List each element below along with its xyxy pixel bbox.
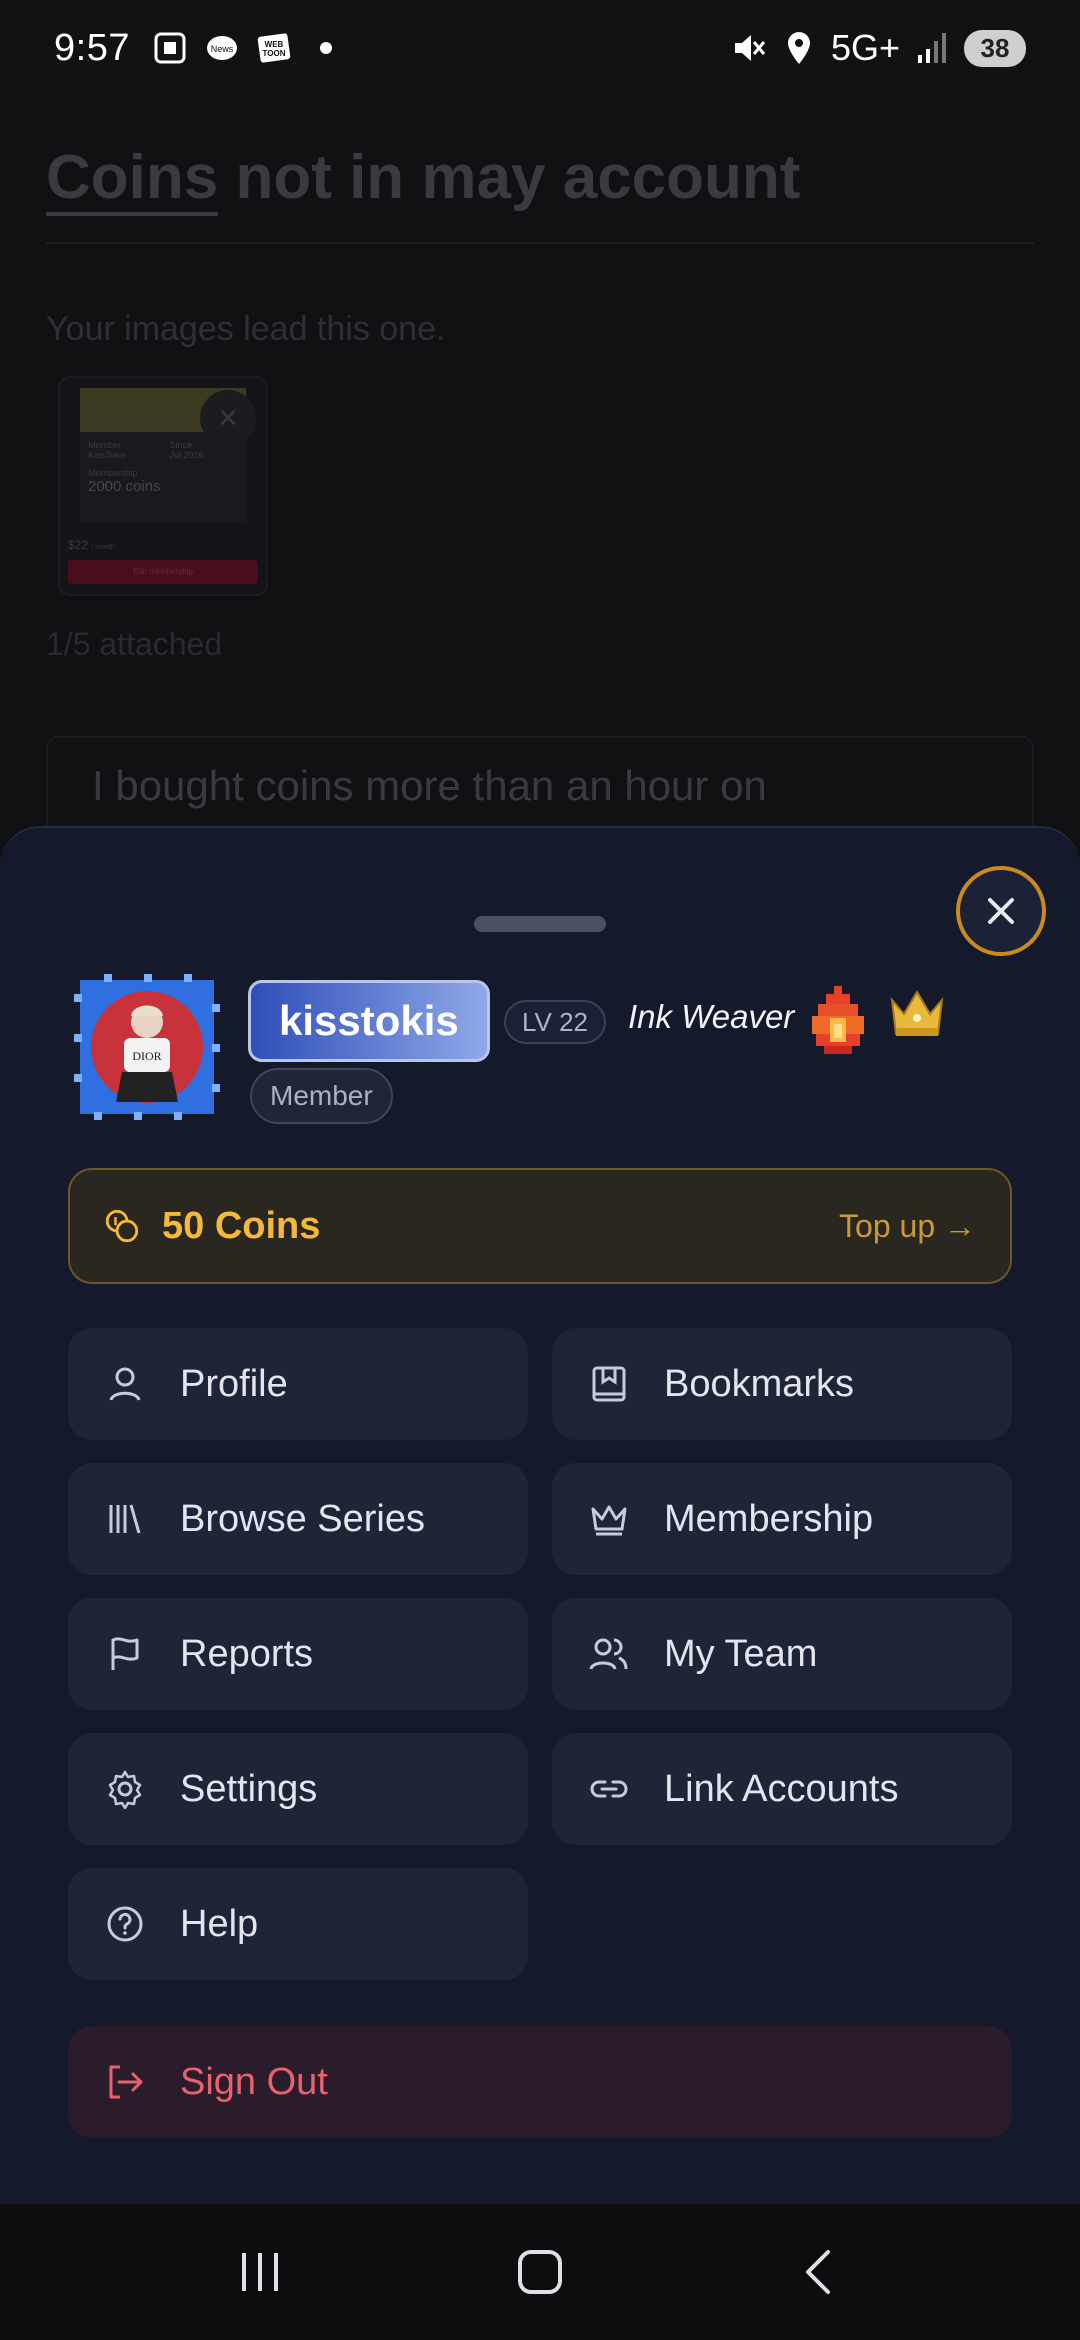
divider <box>46 242 1034 244</box>
network-label: 5G+ <box>830 27 900 68</box>
menu-settings-label: Settings <box>180 1767 318 1810</box>
news-icon: News <box>204 30 240 66</box>
menu-browse-series-button[interactable]: Browse Series <box>68 1463 528 1575</box>
coins-icon <box>104 1208 140 1244</box>
signal-icon <box>914 30 950 66</box>
page-title-rest: not in may account <box>218 143 801 212</box>
thumbnail-balance: 2000 coins <box>88 478 161 495</box>
recent-apps-icon <box>242 2253 278 2291</box>
remove-attachment-icon: × <box>200 390 256 446</box>
help-icon <box>104 1903 146 1945</box>
menu-profile-label: Profile <box>180 1362 288 1405</box>
menu-help-button[interactable]: Help <box>68 1868 528 1980</box>
menu-my-team-label: My Team <box>664 1632 818 1675</box>
user-icon <box>104 1363 146 1405</box>
status-bar: 9:57 News WEB TOON 5G+ 38 <box>0 0 1080 96</box>
menu-link-accounts-button[interactable]: Link Accounts <box>552 1733 1012 1845</box>
screenshot-icon <box>152 30 188 66</box>
system-nav-bar <box>0 2204 1080 2340</box>
thumbnail-price-unit: / month <box>91 544 115 551</box>
thumbnail-card: Member KissTokis Since Jul 2026 Membership… <box>80 432 246 522</box>
status-time: 9:57 <box>54 26 130 69</box>
sign-out-button[interactable]: Sign Out <box>68 2026 1012 2138</box>
page-hint: Your images lead this one. <box>46 310 446 348</box>
level-badge: LV 22 <box>504 1000 607 1044</box>
close-button[interactable] <box>956 866 1046 956</box>
thumbnail-price-value: $22 <box>68 538 89 552</box>
menu-my-team-button[interactable]: My Team <box>552 1598 1012 1710</box>
team-icon <box>588 1633 630 1675</box>
sign-out-label: Sign Out <box>180 2060 328 2103</box>
back-icon <box>806 2250 830 2294</box>
menu-settings-button[interactable]: Settings <box>68 1733 528 1845</box>
svg-text:DIOR: DIOR <box>132 1049 161 1063</box>
notification-icons: News WEB TOON <box>152 30 344 66</box>
thumbnail-button: Edit membership <box>68 560 258 584</box>
menu-reports-label: Reports <box>180 1632 314 1675</box>
menu-browse-series-label: Browse Series <box>180 1497 425 1540</box>
thumbnail-col2-value: Jul 2026 <box>169 450 204 460</box>
role-badge: Member <box>250 1068 393 1124</box>
crown-icon <box>588 1498 630 1540</box>
thumbnail-balance-label: Membership <box>88 468 138 478</box>
status-right: 5G+ 38 <box>731 27 1026 69</box>
home-icon <box>518 2250 562 2294</box>
menu-profile-button[interactable]: Profile <box>68 1328 528 1440</box>
menu-help-label: Help <box>180 1902 259 1945</box>
user-title: Ink Weaver <box>628 998 795 1035</box>
message-text: I bought coins more than an hour on <box>92 762 767 809</box>
sheet-drag-handle[interactable] <box>474 916 606 932</box>
link-icon <box>588 1768 630 1810</box>
gear-icon <box>104 1768 146 1810</box>
mute-icon <box>731 30 767 66</box>
thumbnail-col1-label: Member <box>88 440 122 450</box>
library-icon <box>104 1498 146 1540</box>
svg-text:TOON: TOON <box>262 49 285 58</box>
username-badge: kisstokis <box>248 980 490 1062</box>
menu-bookmarks-label: Bookmarks <box>664 1362 855 1405</box>
thumbnail-price: $22 / month <box>68 538 266 552</box>
menu-membership-button[interactable]: Membership <box>552 1463 1012 1575</box>
back-button[interactable] <box>775 2227 865 2317</box>
home-button[interactable] <box>495 2227 585 2317</box>
svg-text:WEB: WEB <box>265 40 284 49</box>
avatar[interactable]: DIOR <box>74 974 220 1120</box>
menu-membership-label: Membership <box>664 1497 874 1540</box>
menu-reports-button[interactable]: Reports <box>68 1598 528 1710</box>
thumbnail-col2-label: Since <box>169 440 193 450</box>
battery-indicator: 38 <box>964 29 1026 67</box>
page-title: Coins not in may account <box>46 142 801 216</box>
bookmark-icon <box>588 1363 630 1405</box>
top-up-link[interactable]: Top up → <box>839 1208 976 1245</box>
flame-icon <box>806 984 870 1058</box>
location-icon <box>781 30 817 66</box>
webtoon-icon: WEB TOON <box>256 30 292 66</box>
sign-out-icon <box>104 2061 146 2103</box>
attached-count: 1/5 attached <box>46 626 223 662</box>
dot-icon <box>308 30 344 66</box>
thumbnail-col1-value: KissTokis <box>88 450 126 460</box>
coins-balance: 50 Coins <box>162 1204 321 1247</box>
menu-bookmarks-button[interactable]: Bookmarks <box>552 1328 1012 1440</box>
flag-icon <box>104 1633 146 1675</box>
crown-badge-icon <box>888 988 946 1040</box>
menu-link-accounts-label: Link Accounts <box>664 1767 899 1810</box>
account-bottom-sheet: DIOR kisstokis LV 22 Ink Weaver Member 5 <box>0 826 1080 2204</box>
recent-apps-button[interactable] <box>215 2227 305 2317</box>
coins-balance-bar[interactable]: 50 Coins Top up → <box>68 1168 1012 1284</box>
page-title-link: Coins <box>46 143 219 216</box>
svg-text:News: News <box>211 44 234 54</box>
close-icon <box>988 898 1014 924</box>
